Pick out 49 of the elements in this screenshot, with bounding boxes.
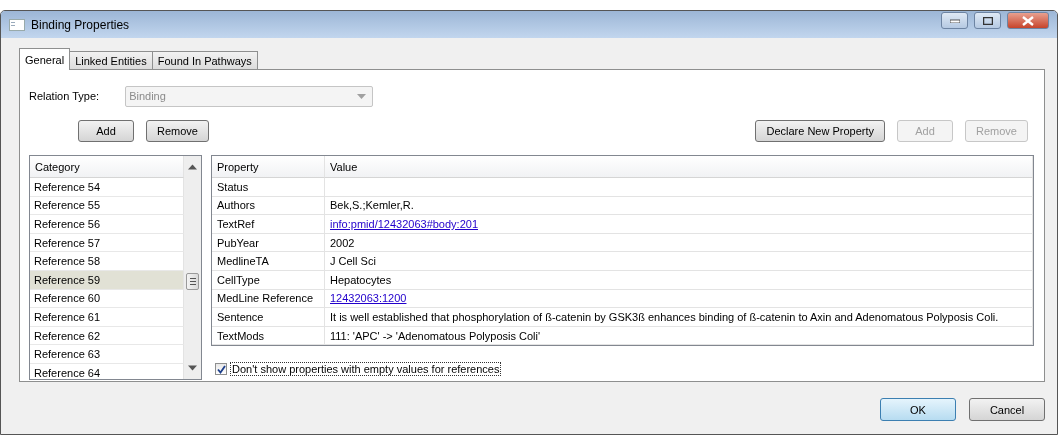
category-button[interactable]: Add [78, 120, 134, 142]
property-cell: Sentence [212, 308, 325, 327]
property-cell: PubYear [212, 233, 325, 253]
tab[interactable]: Linked Entities [69, 51, 153, 70]
tab[interactable]: Found In Pathways [151, 51, 258, 70]
checkbox-label[interactable]: Don't show properties with empty values for references [230, 362, 502, 377]
minimize-button[interactable] [941, 12, 968, 29]
tab[interactable]: General [19, 48, 71, 70]
maximize-icon [982, 16, 993, 25]
category-item[interactable]: Reference 56 [30, 215, 184, 234]
dialog-button[interactable]: OK [880, 398, 956, 421]
scroll-up-icon[interactable] [188, 164, 197, 170]
value-cell: Hepatocytes [325, 270, 1033, 290]
checkbox[interactable] [215, 363, 227, 376]
value-cell: It is well established that phosphorylation of ß-catenin by GSK3ß enhances binding of ß-catenin to Axin and Adenomatous Polyposis Coli. [325, 308, 1033, 327]
value-cell: 111: 'APC' -> 'Adenomatous Polyposis Coli' [325, 326, 1033, 346]
scroll-thumb[interactable] [186, 273, 199, 290]
column-header[interactable]: Property [212, 156, 325, 178]
category-item[interactable]: Reference 61 [30, 308, 184, 327]
scroll-down-icon[interactable] [188, 365, 197, 371]
category-item[interactable]: Reference 63 [30, 345, 184, 364]
property-button[interactable]: Declare New Property [755, 120, 886, 142]
dropdown-arrow-icon [357, 93, 367, 99]
value-cell: J Cell Sci [325, 252, 1033, 271]
category-item[interactable]: Reference 58 [30, 252, 184, 271]
value-link[interactable]: info:pmid/12432063#body:201 [330, 218, 478, 230]
relation-type-label: Relation Type: [29, 90, 100, 102]
category-button[interactable]: Remove [146, 120, 209, 142]
scrollbar[interactable] [184, 156, 201, 379]
window-title: Binding Properties [31, 17, 131, 32]
maximize-button[interactable] [974, 12, 1001, 29]
property-cell: MedlineTA [212, 252, 325, 271]
property-cell: MedLine Reference [212, 289, 325, 309]
value-cell: Bek,S.;Kemler,R. [325, 196, 1033, 216]
dialog-button[interactable]: Cancel [969, 398, 1045, 421]
category-item[interactable]: Reference 54 [30, 178, 184, 197]
property-cell: Authors [212, 196, 325, 216]
property-cell: Status [212, 178, 325, 197]
property-cell: TextRef [212, 215, 325, 234]
value-link[interactable]: 12432063:1200 [330, 292, 407, 305]
close-button[interactable] [1007, 12, 1049, 29]
minimize-icon [949, 18, 960, 23]
close-icon [1022, 15, 1034, 26]
value-cell: 2002 [325, 233, 1033, 253]
column-header[interactable]: Category [30, 156, 184, 178]
window-icon [9, 18, 25, 31]
property-cell: CellType [212, 270, 325, 290]
property-cell: TextMods [212, 326, 325, 346]
column-header[interactable]: Value [325, 156, 1033, 178]
